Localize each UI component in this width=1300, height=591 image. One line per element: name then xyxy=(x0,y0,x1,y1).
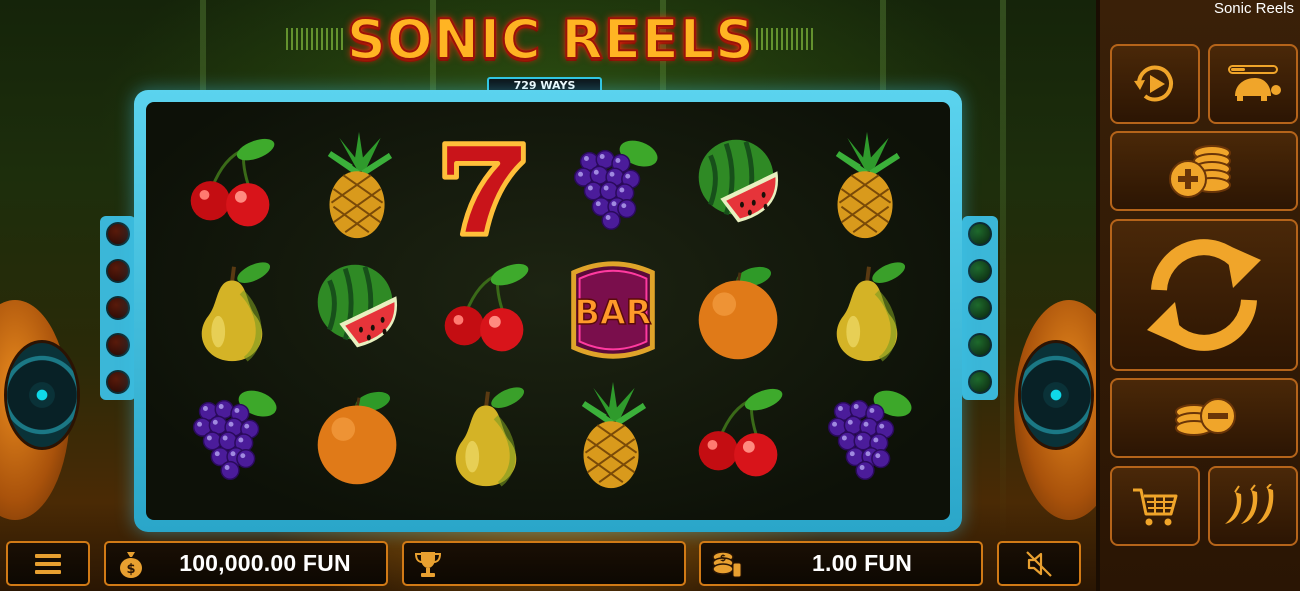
pineapple-icon xyxy=(327,131,392,238)
game-logo: SONIC REELS xyxy=(286,4,816,82)
cherry-symbol xyxy=(422,249,549,374)
balance-display: $ 100,000.00 FUN xyxy=(104,541,388,586)
bar-icon: BAR xyxy=(570,261,655,359)
pineapple-symbol xyxy=(803,124,930,249)
chili-icon xyxy=(1225,484,1274,524)
pear-symbol xyxy=(168,249,295,374)
pineapple-symbol xyxy=(295,124,422,249)
pear-icon xyxy=(201,262,270,362)
hamburger-icon xyxy=(35,553,61,574)
coin-stack-icon: $ xyxy=(712,550,742,577)
trophy-icon xyxy=(414,551,442,577)
right-payline-indicators xyxy=(962,216,998,400)
reels-frame: 7 BAR xyxy=(134,90,962,532)
watermelon-symbol xyxy=(676,124,803,249)
pear-symbol xyxy=(422,375,549,500)
cherry-symbol xyxy=(676,375,803,500)
pear-symbol xyxy=(803,249,930,374)
watermelon-symbol xyxy=(295,249,422,374)
bar-symbol: BAR xyxy=(549,249,676,374)
grapes-icon xyxy=(192,390,276,481)
money-bag-icon: $ xyxy=(120,551,142,578)
grapes-symbol xyxy=(803,375,930,500)
menu-button[interactable] xyxy=(6,541,90,586)
cherry-symbol xyxy=(168,124,295,249)
pineapple-symbol xyxy=(549,375,676,500)
seven-symbol: 7 xyxy=(422,124,549,249)
buy-button[interactable] xyxy=(1110,466,1200,546)
pear-icon xyxy=(836,262,905,362)
right-speaker xyxy=(1014,300,1096,520)
symbol-grid: 7 BAR xyxy=(168,124,930,500)
balance-value: 100,000.00 FUN xyxy=(179,550,351,576)
grapes-symbol xyxy=(549,124,676,249)
pineapple-icon xyxy=(835,131,900,238)
watermelon-icon xyxy=(698,139,778,223)
bet-decrease-button[interactable] xyxy=(1110,378,1298,458)
grapes-icon xyxy=(573,140,657,230)
turbo-button[interactable] xyxy=(1208,44,1298,124)
sound-toggle-button[interactable] xyxy=(997,541,1081,586)
speaker-muted-icon xyxy=(1026,550,1052,577)
win-display xyxy=(402,541,686,586)
cherry-icon xyxy=(698,389,782,477)
left-payline-indicators xyxy=(100,216,136,400)
logo-title: SONIC REELS xyxy=(346,7,756,72)
autoplay-button[interactable] xyxy=(1110,44,1200,124)
orange-icon xyxy=(317,392,396,485)
pineapple-icon xyxy=(581,382,646,489)
orange-symbol xyxy=(676,249,803,374)
coins-plus-icon xyxy=(1169,145,1231,198)
control-panel: Sonic Reels xyxy=(1096,0,1300,591)
orange-symbol xyxy=(295,375,422,500)
window-title: Sonic Reels xyxy=(1213,0,1294,17)
cart-icon xyxy=(1133,488,1178,526)
svg-text:$: $ xyxy=(126,562,135,577)
bet-increase-button[interactable] xyxy=(1110,131,1298,211)
svg-text:$: $ xyxy=(720,554,726,564)
cherry-icon xyxy=(444,263,528,352)
seven-icon: 7 xyxy=(441,128,526,237)
reels-window: 7 BAR xyxy=(146,102,950,520)
cherry-icon xyxy=(190,138,274,226)
grapes-symbol xyxy=(168,375,295,500)
bar-symbol-label: BAR xyxy=(574,293,651,332)
turtle-icon xyxy=(1228,65,1281,101)
feature-button[interactable] xyxy=(1208,466,1298,546)
spin-arrows-icon xyxy=(1147,239,1261,351)
left-speaker xyxy=(0,300,80,520)
spin-button[interactable] xyxy=(1110,219,1298,371)
orange-icon xyxy=(698,266,777,360)
grapes-icon xyxy=(827,390,911,481)
autoplay-icon xyxy=(1134,65,1173,102)
pear-icon xyxy=(455,387,524,487)
bet-value: 1.00 FUN xyxy=(811,550,913,576)
game-background: SONIC REELS 729 WAYS 7 BAR xyxy=(0,0,1096,591)
bet-display[interactable]: $ 1.00 FUN xyxy=(699,541,983,586)
coins-minus-icon xyxy=(1175,398,1236,436)
seven-symbol-label: 7 xyxy=(485,128,486,129)
watermelon-icon xyxy=(317,264,397,348)
